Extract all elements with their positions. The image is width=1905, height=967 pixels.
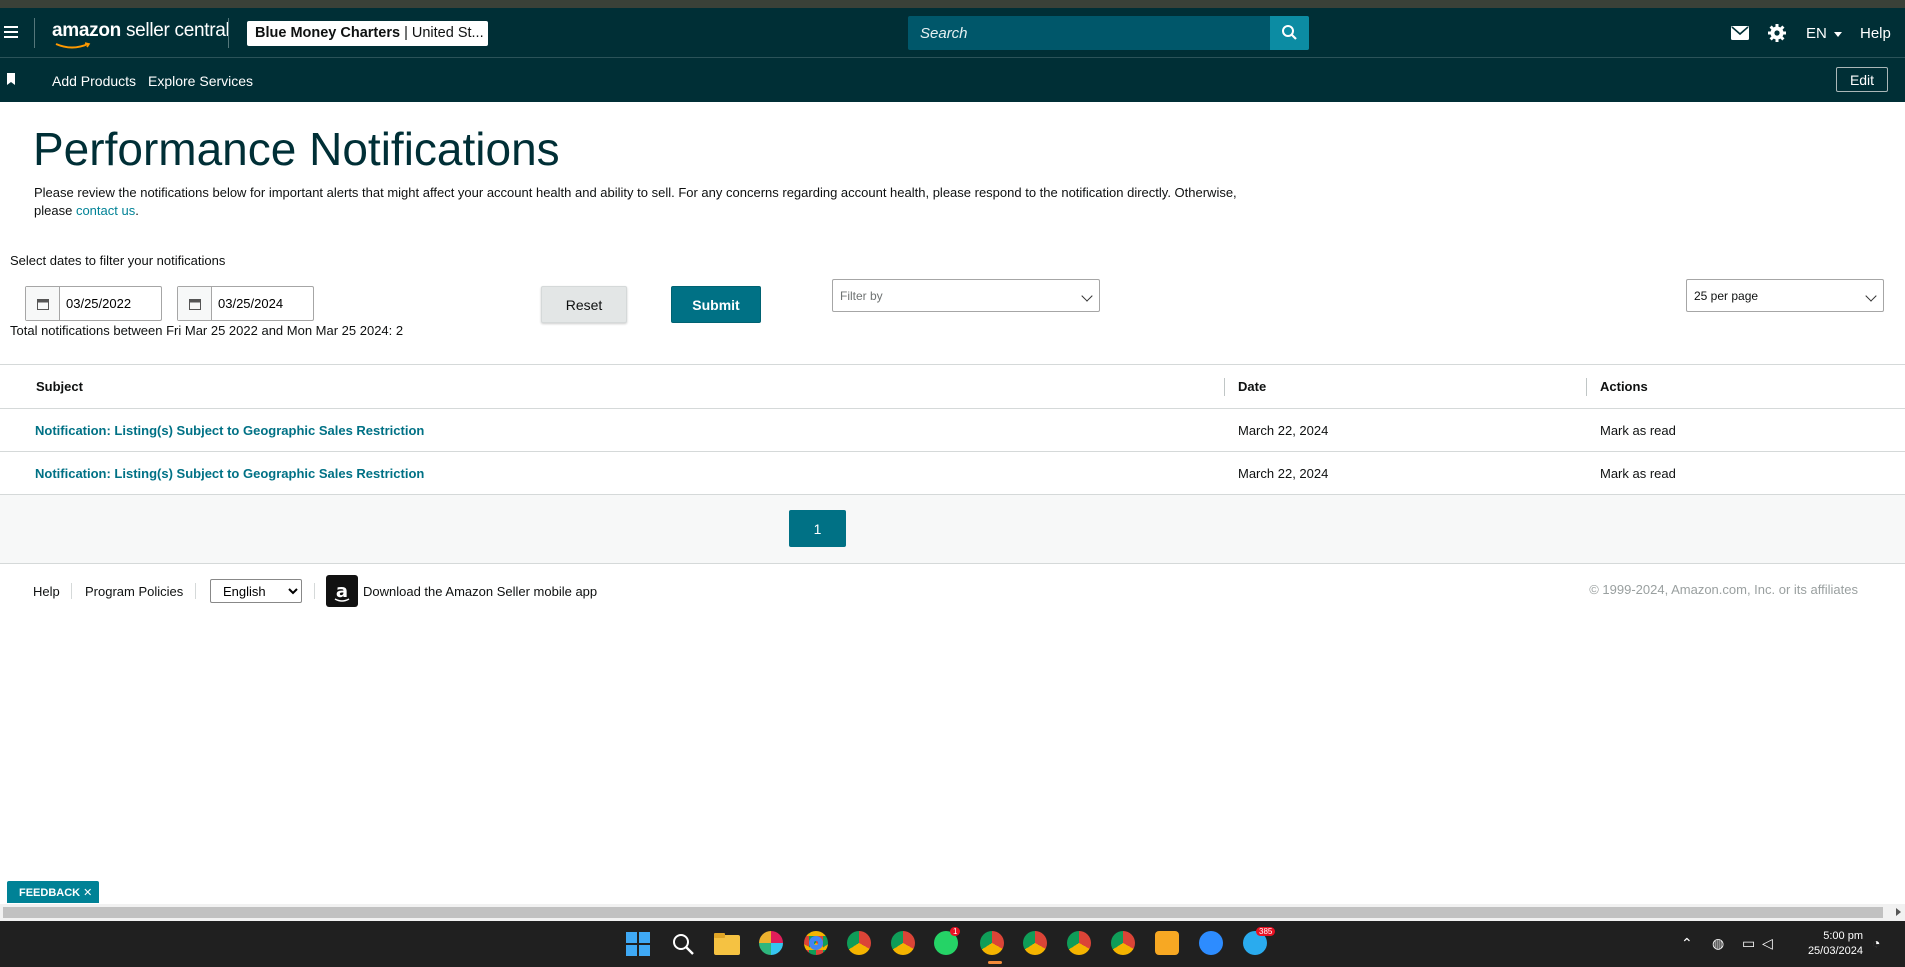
nav-add-products[interactable]: Add Products xyxy=(52,73,136,89)
edit-button[interactable]: Edit xyxy=(1836,67,1888,92)
notification-subject-link[interactable]: Notification: Listing(s) Subject to Geog… xyxy=(35,423,424,438)
slack-icon[interactable] xyxy=(759,931,783,955)
column-header-actions: Actions xyxy=(1586,364,1905,409)
footer-language-select[interactable]: English xyxy=(210,579,302,603)
reset-button[interactable]: Reset xyxy=(541,286,627,323)
filter-by-dropdown[interactable]: Filter by xyxy=(832,279,1100,312)
chrome-icon[interactable] xyxy=(1023,931,1047,955)
calendar-icon[interactable] xyxy=(178,287,212,320)
telegram-badge: 385 xyxy=(1256,927,1276,936)
submit-button[interactable]: Submit xyxy=(671,286,761,323)
taskbar-search-icon[interactable] xyxy=(671,932,695,956)
bookmark-icon[interactable] xyxy=(7,73,15,85)
chrome-icon[interactable] xyxy=(891,931,915,955)
browser-top-strip xyxy=(0,0,1905,8)
svg-text:a: a xyxy=(336,581,348,602)
volume-icon[interactable]: ◁ xyxy=(1762,935,1773,952)
notification-date: March 22, 2024 xyxy=(1225,408,1587,452)
gear-icon[interactable] xyxy=(1768,24,1786,42)
nav-divider xyxy=(34,18,35,48)
notification-date: March 22, 2024 xyxy=(1225,451,1587,495)
account-switcher[interactable]: Blue Money Charters | United St... xyxy=(247,21,488,46)
feedback-tab[interactable]: FEEDBACK ✕ xyxy=(7,881,99,903)
table-row: Notification: Listing(s) Subject to Geog… xyxy=(0,408,1905,452)
chrome-icon[interactable] xyxy=(804,931,828,955)
amazon-app-icon[interactable]: a xyxy=(326,575,358,607)
chevron-down-icon xyxy=(1865,290,1877,302)
footer-divider xyxy=(314,583,315,599)
file-explorer-icon[interactable] xyxy=(714,933,740,955)
windows-taskbar: 1 385 ⌃ ◍ ▭ ◁ 5:00 pm 25/03/2024 ◔ xyxy=(0,921,1905,967)
copyright-text: © 1999-2024, Amazon.com, Inc. or its aff… xyxy=(1589,582,1858,597)
scrollbar-thumb[interactable] xyxy=(3,907,1883,918)
page-footer: Help Program Policies English a Download… xyxy=(0,575,1905,607)
search-icon xyxy=(1282,25,1297,40)
secondary-navigation: Add Products Explore Services Edit xyxy=(0,58,1905,102)
calendar-icon[interactable] xyxy=(26,287,60,320)
pagination-bar: 1 xyxy=(0,495,1905,564)
chrome-icon[interactable] xyxy=(1111,931,1135,955)
start-date-field[interactable] xyxy=(25,286,162,321)
zoom-icon[interactable] xyxy=(1199,931,1223,955)
windows-start-icon[interactable] xyxy=(626,932,650,956)
app-r-icon[interactable] xyxy=(1155,931,1179,955)
table-header-row: Subject Date Actions xyxy=(0,364,1905,409)
footer-divider xyxy=(195,583,196,599)
chrome-icon[interactable] xyxy=(980,931,1004,955)
mail-icon[interactable] xyxy=(1731,26,1749,40)
program-policies-link[interactable]: Program Policies xyxy=(85,584,183,599)
notifications-table: Subject Date Actions Notification: Listi… xyxy=(0,364,1905,495)
page-description: Please review the notifications below fo… xyxy=(34,185,1237,218)
taskbar-clock[interactable]: 5:00 pm 25/03/2024 xyxy=(1808,929,1863,959)
download-app-link[interactable]: Download the Amazon Seller mobile app xyxy=(363,584,597,599)
end-date-input[interactable] xyxy=(212,287,312,320)
language-selector[interactable]: EN xyxy=(1806,25,1843,42)
contact-us-link[interactable]: contact us xyxy=(76,203,135,218)
horizontal-scrollbar[interactable] xyxy=(0,904,1905,921)
end-date-field[interactable] xyxy=(177,286,314,321)
help-link[interactable]: Help xyxy=(1860,25,1891,42)
notification-bell-icon[interactable]: ◔ xyxy=(1872,935,1880,951)
scroll-right-arrow-icon[interactable] xyxy=(1896,908,1901,916)
caret-down-icon xyxy=(1834,31,1843,37)
page-title: Performance Notifications xyxy=(33,123,560,175)
chrome-icon[interactable] xyxy=(847,931,871,955)
mark-as-read-action[interactable]: Mark as read xyxy=(1587,408,1905,452)
search-button[interactable] xyxy=(1270,16,1309,50)
microphone-icon[interactable]: ◍ xyxy=(1712,935,1724,952)
amazon-smile-icon xyxy=(55,42,91,49)
footer-help-link[interactable]: Help xyxy=(33,584,60,599)
chrome-icon[interactable] xyxy=(1067,931,1091,955)
notification-subject-link[interactable]: Notification: Listing(s) Subject to Geog… xyxy=(35,466,424,481)
tray-chevron-up-icon[interactable]: ⌃ xyxy=(1681,935,1693,952)
whatsapp-badge: 1 xyxy=(950,927,961,936)
chevron-down-icon xyxy=(1081,290,1093,302)
top-navigation: amazon seller central Blue Money Charter… xyxy=(0,8,1905,58)
nav-divider xyxy=(228,18,229,48)
network-icon[interactable]: ▭ xyxy=(1742,935,1755,952)
hamburger-menu-icon[interactable] xyxy=(4,26,18,38)
total-notifications-text: Total notifications between Fri Mar 25 2… xyxy=(10,323,404,338)
column-header-subject[interactable]: Subject xyxy=(0,364,1225,409)
mark-as-read-action[interactable]: Mark as read xyxy=(1587,451,1905,495)
per-page-dropdown[interactable]: 25 per page xyxy=(1686,279,1884,312)
active-app-indicator xyxy=(988,961,1002,964)
nav-explore-services[interactable]: Explore Services xyxy=(148,73,253,89)
search-box xyxy=(908,16,1309,50)
search-input[interactable] xyxy=(908,16,1270,50)
table-row: Notification: Listing(s) Subject to Geog… xyxy=(0,451,1905,495)
column-header-date[interactable]: Date xyxy=(1224,364,1587,409)
page-1-button[interactable]: 1 xyxy=(789,510,846,547)
date-filter-label: Select dates to filter your notification… xyxy=(10,253,226,268)
start-date-input[interactable] xyxy=(60,287,160,320)
footer-divider xyxy=(71,583,72,599)
amazon-seller-central-logo[interactable]: amazon seller central xyxy=(52,20,230,49)
